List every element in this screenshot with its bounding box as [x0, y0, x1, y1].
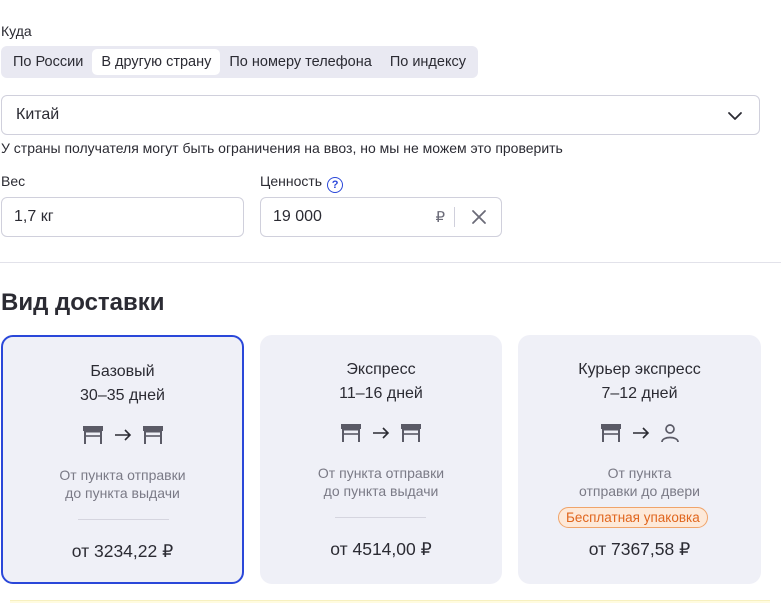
- option-title: Экспресс: [346, 361, 416, 378]
- field-separator: [454, 207, 455, 227]
- route-icons: [518, 423, 761, 443]
- section-divider: [0, 262, 781, 263]
- weight-field[interactable]: 1,7 кг: [1, 197, 244, 237]
- option-description: От пункта отправки до пункта выдачи: [3, 466, 242, 502]
- option-price: от 4514,00 ₽: [330, 539, 432, 559]
- value-label: Ценность: [260, 173, 323, 189]
- arrow-right-icon: [373, 427, 390, 439]
- currency-symbol: ₽: [435, 209, 445, 226]
- description-line: От пункта отправки: [317, 465, 445, 481]
- store-icon: [142, 426, 163, 444]
- description-line: отправки до двери: [578, 483, 700, 499]
- option-days: 30–35 дней: [80, 387, 165, 404]
- route-icons: [3, 425, 242, 445]
- weight-label: Вес: [1, 173, 26, 189]
- tab-russia[interactable]: По России: [4, 49, 92, 75]
- value-field[interactable]: 19 000 ₽: [260, 197, 502, 237]
- free-packaging-badge: Бесплатная упаковка: [558, 507, 708, 528]
- country-value: Китай: [16, 106, 60, 123]
- destination-label: Куда: [1, 23, 32, 39]
- option-title: Курьер экспресс: [578, 361, 701, 378]
- person-icon: [660, 424, 679, 443]
- tab-abroad[interactable]: В другую страну: [92, 49, 221, 75]
- value-amount: 19 000: [273, 208, 322, 225]
- tab-index[interactable]: По индексу: [381, 49, 475, 75]
- delivery-option-express[interactable]: Экспресс 11–16 дней От пункта отправки д…: [260, 335, 502, 584]
- arrow-right-icon: [114, 429, 131, 441]
- store-icon: [600, 424, 621, 442]
- description-line: От пункта: [607, 465, 672, 481]
- import-restriction-hint: У страны получателя могут быть ограничен…: [1, 140, 563, 156]
- card-divider: [335, 517, 426, 518]
- weight-value: 1,7 кг: [14, 208, 54, 225]
- store-icon: [401, 424, 421, 442]
- route-icons: [260, 423, 502, 443]
- option-price: от 7367,58 ₽: [588, 539, 691, 559]
- delivery-option-courier-express[interactable]: Курьер экспресс 7–12 дней От пункта отпр…: [518, 335, 761, 584]
- card-divider: [78, 519, 169, 520]
- option-days: 7–12 дней: [601, 385, 678, 402]
- store-icon: [82, 426, 103, 444]
- tab-phone[interactable]: По номеру телефона: [220, 49, 380, 75]
- option-description: От пункта отправки до двери: [518, 464, 761, 500]
- description-line: От пункта отправки: [59, 467, 186, 483]
- description-line: до пункта выдачи: [323, 483, 439, 499]
- country-select[interactable]: Китай: [1, 95, 760, 135]
- delivery-option-basic[interactable]: Базовый 30–35 дней От пункта отправки до…: [1, 335, 244, 584]
- help-icon[interactable]: ?: [327, 177, 344, 193]
- store-icon: [341, 424, 361, 442]
- destination-tabs: По России В другую страну По номеру теле…: [1, 46, 478, 78]
- value-label-row: Ценность?: [260, 173, 344, 193]
- arrow-right-icon: [632, 427, 649, 439]
- close-icon[interactable]: [471, 209, 487, 225]
- option-title: Базовый: [90, 363, 155, 380]
- option-description: От пункта отправки до пункта выдачи: [260, 464, 502, 500]
- delivery-heading: Вид доставки: [1, 289, 165, 316]
- chevron-down-icon: [728, 112, 742, 120]
- option-days: 11–16 дней: [339, 385, 423, 402]
- option-price: от 3234,22 ₽: [71, 541, 174, 561]
- description-line: до пункта выдачи: [65, 485, 180, 501]
